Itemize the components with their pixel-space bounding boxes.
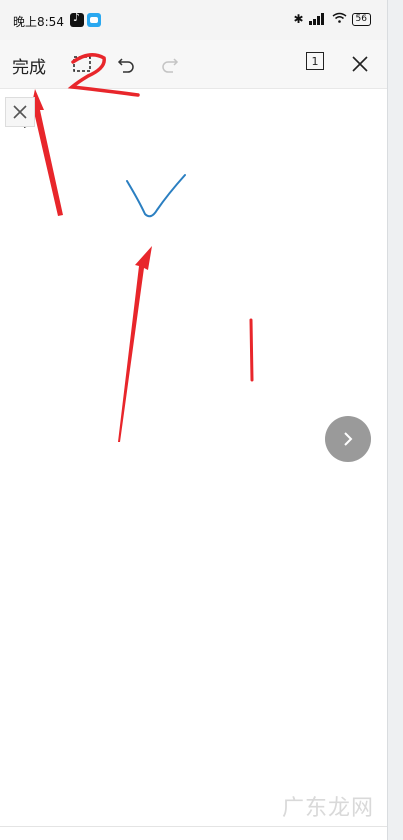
close-icon [13, 105, 27, 119]
screen: 晚上8:54 ✱ 56 完成 1 [0, 0, 403, 840]
bottom-divider [0, 826, 387, 827]
blue-v-stroke [126, 174, 186, 218]
chevron-right-icon [344, 432, 353, 446]
watermark-text: 广东龙网 [282, 796, 375, 821]
watermark: 广东龙网 [282, 790, 374, 822]
close-panel-button[interactable] [5, 97, 35, 127]
red-arrow-stroke [118, 246, 152, 442]
step-number-2-annotation [67, 53, 140, 97]
red-line-stroke [249, 318, 254, 382]
next-page-button[interactable] [325, 416, 371, 462]
